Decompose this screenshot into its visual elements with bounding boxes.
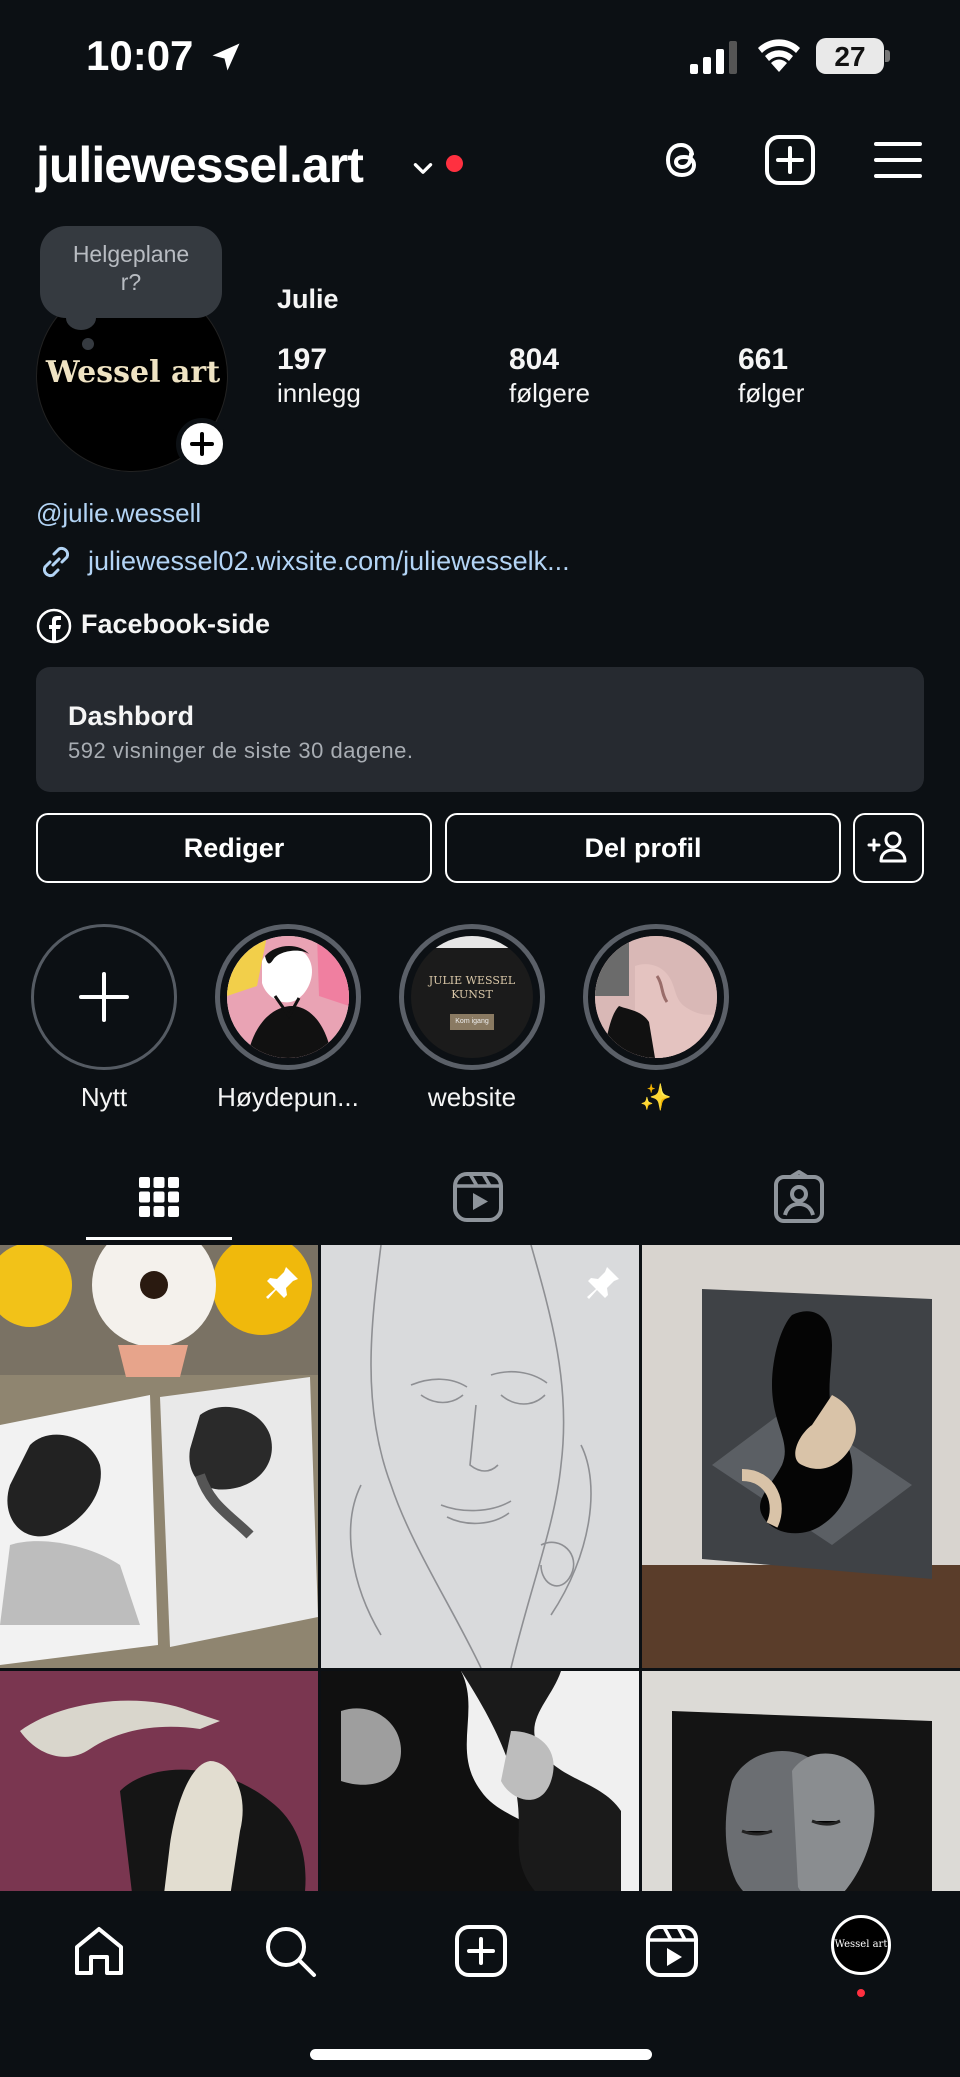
avatar-logo-text: Wessel art [45,355,221,390]
highlight-cover-button: Kom igang [450,1014,494,1030]
stat-label: følger [738,378,805,408]
stat-number: 804 [509,343,560,376]
plus-icon [79,972,129,1022]
highlight-cover-art [227,936,349,1058]
stat-label: følgere [509,378,590,408]
profile-tab-avatar[interactable]: Wessel art [831,1915,891,1975]
home-indicator [310,2049,652,2060]
highlight-label: Høydepun... [217,1082,359,1112]
highlight-label: website [427,1082,517,1112]
stat-label: innlegg [277,378,361,408]
grid-post[interactable] [321,1671,639,1891]
highlight-ring [583,924,729,1070]
edit-profile-button[interactable]: Rediger [36,813,432,883]
highlight-hoydepunkter[interactable]: Høydepun... [215,924,361,1113]
pinned-icon [587,1267,619,1299]
chevron-down-icon[interactable] [410,156,436,182]
posts-grid [0,1245,960,1891]
dashboard-title: Dashbord [68,701,195,731]
stat-posts[interactable]: 197 innlegg [277,344,361,409]
tagged-tab-icon[interactable] [771,1169,827,1225]
account-switcher-username[interactable]: juliewessel.art [36,136,364,194]
grid-post[interactable] [321,1245,639,1668]
stat-following[interactable]: 661 følger [738,344,804,409]
professional-dashboard[interactable]: Dashbord 592 visninger de siste 30 dagen… [36,667,924,792]
grid-post[interactable] [0,1671,318,1891]
link-icon [42,546,70,578]
highlight-cover-website: JULIE WESSEL KUNST Kom igang [411,936,533,1058]
status-time: 10:07 [86,32,194,79]
grid-post[interactable] [642,1245,960,1668]
dashboard-subtitle: 592 visninger de siste 30 dagene. [68,738,414,763]
note-bubble-tail-dot [82,338,94,350]
status-bar: 10:07 27 [0,0,960,115]
display-name: Julie [277,284,339,314]
cellular-signal-icon [690,41,737,74]
profile-header: juliewessel.art [0,118,960,208]
battery-level: 27 [834,41,866,72]
note-text: Helgeplaner? [72,241,190,295]
pinned-icon [266,1267,298,1299]
highlight-label: ✨ [639,1082,673,1112]
menu-icon[interactable] [870,132,926,188]
grid-post[interactable] [642,1671,960,1891]
website-link[interactable]: juliewessel02.wixsite.com/juliewesselk..… [88,546,570,577]
facebook-icon [36,608,72,644]
highlight-cover-title: JULIE WESSEL KUNST [428,974,516,1001]
active-tab-indicator [86,1237,232,1240]
threads-icon[interactable] [654,132,710,188]
highlight-ring [215,924,361,1070]
highlight-ring: JULIE WESSEL KUNST Kom igang [399,924,545,1070]
stat-number: 661 [738,343,789,376]
notification-dot [857,1989,865,1997]
home-icon[interactable] [69,1921,129,1981]
create-icon[interactable] [451,1921,511,1981]
highlight-sparkles[interactable]: ✨ [583,924,729,1113]
wifi-icon [758,39,800,72]
highlight-ring [31,924,177,1070]
highlight-label: Nytt [80,1082,128,1112]
search-icon[interactable] [260,1921,320,1981]
plus-icon [190,432,214,456]
threads-handle-link[interactable]: @julie.wessell [36,498,201,529]
share-profile-button[interactable]: Del profil [445,813,841,883]
stat-number: 197 [277,343,328,376]
location-arrow-icon [212,43,240,71]
notification-dot [446,155,463,172]
highlight-new[interactable]: Nytt [31,924,177,1113]
grid-post[interactable] [0,1245,318,1668]
discover-people-button[interactable] [853,813,924,883]
highlight-website[interactable]: JULIE WESSEL KUNST Kom igang website [399,924,545,1113]
reels-tab-icon[interactable] [450,1169,506,1225]
grid-posts-icon[interactable] [131,1169,187,1225]
stat-followers[interactable]: 804 følgere [509,344,590,409]
highlight-cover-art [595,936,717,1058]
add-person-icon [867,831,907,863]
profile-content-tabs [0,1155,960,1241]
reels-icon[interactable] [642,1921,702,1981]
create-post-icon[interactable] [762,132,818,188]
note-bubble[interactable]: Helgeplaner? [40,226,222,318]
bottom-navigation: Wessel art [0,1891,960,2077]
add-story-button[interactable] [176,418,228,470]
facebook-page-link[interactable]: Facebook-side [81,609,270,640]
nav-avatar-text: Wessel art [834,1939,888,1950]
battery-indicator: 27 [816,38,890,74]
